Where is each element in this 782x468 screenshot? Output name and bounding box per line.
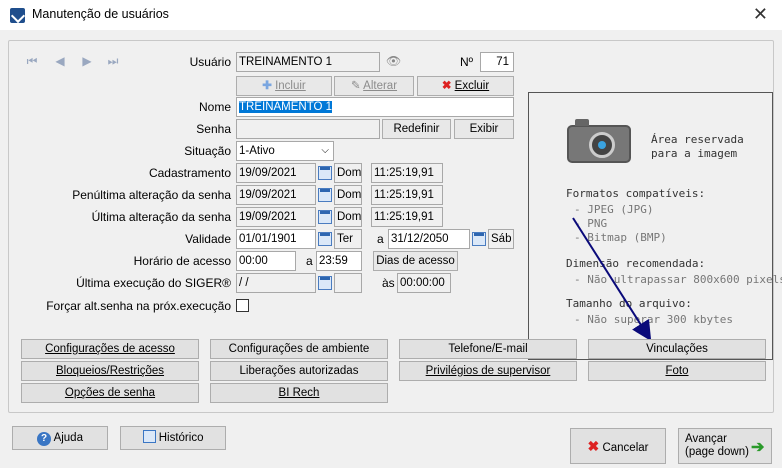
config-acesso-label: Configurações de acesso (45, 343, 175, 355)
history-icon (142, 430, 156, 443)
cancel-icon: ✖ (587, 438, 600, 454)
opcoes-senha-button[interactable]: Opções de senha (21, 383, 199, 403)
arrow-right-icon: ➔ (751, 439, 765, 456)
foto-label: Foto (665, 365, 689, 377)
privilegios-label: Privilégios de supervisor (425, 365, 551, 377)
window-client: ⏮ ◀ ▶ ⏭ Usuário TREINAMENTO 1 👁 Nº 71 ✚ … (0, 30, 782, 468)
avancar-button[interactable]: Avançar (page down) ➔ (678, 428, 772, 464)
bloqueios-label: Bloqueios/Restrições (55, 365, 165, 377)
window-title: Manutenção de usuários (32, 7, 169, 21)
ajuda-label: Ajuda (53, 432, 83, 444)
privilegios-button[interactable]: Privilégios de supervisor (399, 361, 577, 381)
config-ambiente-button[interactable]: Configurações de ambiente (210, 339, 388, 359)
opcoes-senha-label: Opções de senha (64, 387, 156, 399)
avancar-sublabel: (page down) (685, 446, 749, 458)
cancelar-button[interactable]: ✖ Cancelar (570, 428, 666, 464)
config-acesso-button[interactable]: Configurações de acesso (21, 339, 199, 359)
telefone-button[interactable]: Telefone/E-mail (399, 339, 577, 359)
ajuda-button[interactable]: ? Ajuda (12, 426, 108, 450)
bi-rech-label: BI Rech (278, 387, 320, 399)
avancar-label: Avançar (685, 433, 727, 445)
title-bar: Manutenção de usuários ✕ (0, 0, 782, 30)
help-icon: ? (37, 432, 51, 446)
liberacoes-button[interactable]: Liberações autorizadas (210, 361, 388, 381)
app-icon (10, 8, 25, 23)
vinculacoes-button[interactable]: Vinculações (588, 339, 766, 359)
bi-rech-button[interactable]: BI Rech (210, 383, 388, 403)
cancelar-label: Cancelar (602, 442, 649, 454)
close-icon[interactable]: ✕ (753, 4, 768, 25)
historico-button[interactable]: Histórico (120, 426, 226, 450)
bloqueios-button[interactable]: Bloqueios/Restrições (21, 361, 199, 381)
historico-label: Histórico (158, 432, 204, 444)
foto-button[interactable]: Foto (588, 361, 766, 381)
